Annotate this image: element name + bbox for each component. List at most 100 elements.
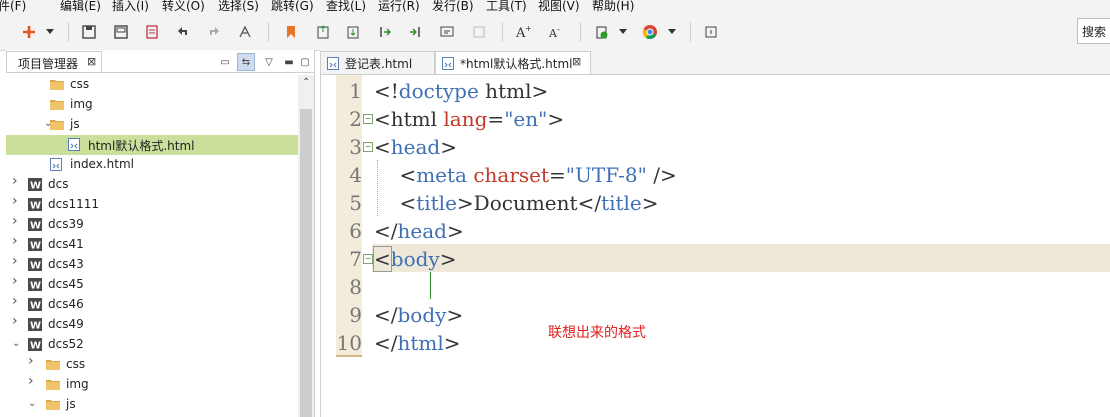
tree-project-item[interactable]: › Wdcs (6, 174, 298, 195)
menu-find[interactable]: 查找(L) (326, 0, 366, 14)
undo-icon[interactable] (174, 23, 192, 41)
browser-icon[interactable] (641, 23, 659, 41)
fold-toggle-icon[interactable]: − (363, 254, 373, 264)
chevron-right-icon[interactable]: › (12, 234, 22, 248)
chevron-right-icon[interactable]: › (12, 294, 22, 308)
svg-text:W: W (30, 241, 41, 252)
html-file-icon (68, 138, 82, 151)
menu-goto[interactable]: 跳转(G) (271, 0, 314, 14)
tree-project-item[interactable]: › Wdcs49 (6, 314, 298, 335)
menu-file[interactable]: 件(F) (0, 0, 26, 14)
format-icon[interactable] (236, 23, 254, 41)
tab-label: 项目管理器 (18, 57, 79, 71)
tree-file-item[interactable]: html默认格式.html (6, 135, 298, 155)
comment-icon[interactable] (438, 23, 456, 41)
html-file-icon (327, 57, 339, 73)
menu-publish[interactable]: 发行(B) (432, 0, 474, 14)
svg-text:W: W (30, 261, 41, 272)
scroll-thumb[interactable] (300, 109, 312, 417)
fold-toggle-icon[interactable]: − (363, 142, 373, 152)
menu-escape[interactable]: 转义(O) (162, 0, 205, 14)
chevron-right-icon[interactable]: › (12, 274, 22, 288)
close-icon[interactable]: ⊠ (572, 55, 581, 68)
search-input[interactable]: 搜索 (1077, 18, 1110, 44)
dropdown-arrow-icon[interactable] (666, 23, 678, 41)
tree-folder-item[interactable]: › css (6, 354, 298, 375)
menu-help[interactable]: 帮助(H) (592, 0, 634, 14)
project-manager-tab[interactable]: 项目管理器 ⊠ (6, 51, 102, 73)
new-icon[interactable] (20, 23, 38, 41)
chevron-right-icon[interactable]: › (12, 214, 22, 228)
tree-project-item[interactable]: › Wdcs1111 (6, 194, 298, 215)
code-line-1: <!doctype html> (374, 79, 549, 103)
chevron-down-icon[interactable]: ⌄ (12, 339, 22, 349)
menu-tools[interactable]: 工具(T) (486, 0, 527, 14)
step-out-icon[interactable] (406, 23, 424, 41)
dropdown-arrow-icon[interactable] (617, 23, 629, 41)
menu-run[interactable]: 运行(R) (378, 0, 420, 14)
dropdown-arrow-icon[interactable] (44, 23, 56, 41)
tree-item-label: index.html (70, 157, 134, 171)
revert-icon[interactable] (143, 23, 161, 41)
tree-item-label: dcs49 (48, 317, 84, 331)
chevron-down-icon[interactable]: ⌄ (28, 399, 38, 409)
scroll-up-icon[interactable]: ⌃ (302, 77, 310, 88)
tree-project-item[interactable]: ⌄ Wdcs52 (6, 335, 298, 355)
tab-registration[interactable]: 登记表.html (320, 51, 435, 74)
line-number: 1 (349, 79, 362, 103)
chevron-right-icon[interactable]: › (12, 174, 22, 188)
tree-folder-item[interactable]: ⌄ js (6, 395, 298, 415)
menu-view[interactable]: 视图(V) (538, 0, 580, 14)
view-menu-icon[interactable]: ▽ (260, 53, 278, 71)
tab-label: 登记表.html (345, 57, 413, 71)
font-decrease-icon[interactable]: A- (546, 23, 564, 41)
menu-select[interactable]: 选择(S) (218, 0, 259, 14)
line-number: 9 (349, 303, 362, 327)
tree-project-item[interactable]: › Wdcs43 (6, 254, 298, 275)
tree-project-item[interactable]: › Wdcs39 (6, 214, 298, 235)
project-icon: W (28, 298, 42, 312)
close-icon[interactable]: ⊠ (87, 55, 96, 68)
tree-folder-item[interactable]: css (6, 75, 298, 95)
code-line-10: </html> (374, 331, 461, 355)
import-icon[interactable] (344, 23, 362, 41)
tree-file-item[interactable]: index.html (6, 155, 298, 175)
collapse-all-icon[interactable]: ▭ (216, 53, 234, 71)
chevron-right-icon[interactable]: › (12, 314, 22, 328)
tree-folder-item[interactable]: img (6, 95, 298, 115)
line-number: 10 (336, 331, 362, 355)
menu-insert[interactable]: 插入(I) (112, 0, 149, 14)
step-in-icon[interactable] (376, 23, 394, 41)
export-icon[interactable] (314, 23, 332, 41)
save-all-icon[interactable] (112, 23, 130, 41)
code-line-6: </head> (374, 219, 464, 243)
redo-icon[interactable] (205, 23, 223, 41)
bookmark-icon[interactable] (282, 23, 300, 41)
tree-project-item[interactable]: › Wdcs46 (6, 294, 298, 315)
menu-edit[interactable]: 编辑(E) (60, 0, 101, 14)
help-icon[interactable] (702, 23, 720, 41)
link-editor-icon[interactable]: ⇆ (237, 53, 255, 71)
chevron-right-icon[interactable]: › (28, 374, 38, 388)
save-icon[interactable] (80, 23, 98, 41)
tree-project-item[interactable]: › Wdcs41 (6, 234, 298, 255)
text-caret (430, 272, 431, 299)
project-tree: css img ⌄ js html默认格式.html index.html › Wdcs › Wd… (6, 75, 298, 417)
tree-item-label: dcs1111 (48, 197, 100, 211)
tree-item-label: dcs46 (48, 297, 84, 311)
disabled-icon[interactable] (470, 23, 488, 41)
tree-project-item[interactable]: › Wdcs45 (6, 274, 298, 295)
menu-bar: 件(F) 编辑(E) 插入(I) 转义(O) 选择(S) 跳转(G) 查找(L)… (0, 0, 1110, 14)
tab-html-default[interactable]: *html默认格式.html ⊠ (435, 51, 591, 74)
font-increase-icon[interactable]: A + (514, 23, 532, 41)
maximize-icon[interactable]: ▢ (296, 53, 314, 71)
tree-folder-item[interactable]: › img (6, 374, 298, 395)
tree-folder-item[interactable]: ⌄ js (6, 115, 298, 135)
chevron-right-icon[interactable]: › (12, 194, 22, 208)
run-icon[interactable] (593, 23, 611, 41)
chevron-right-icon[interactable]: › (28, 354, 38, 368)
fold-toggle-icon[interactable]: − (363, 114, 373, 124)
tree-scrollbar[interactable]: ⌃ (298, 75, 314, 417)
chevron-right-icon[interactable]: › (12, 254, 22, 268)
project-icon: W (28, 338, 42, 352)
